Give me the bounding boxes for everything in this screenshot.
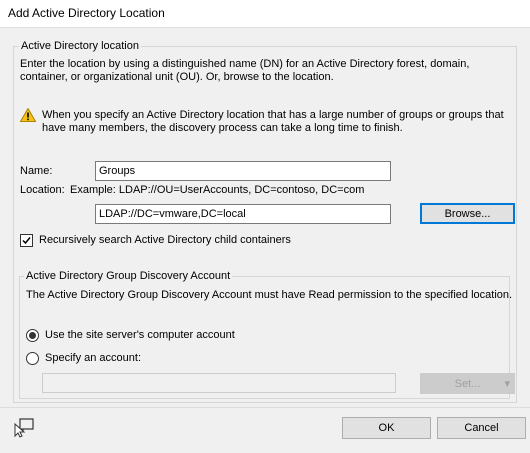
radio-selected-dot (29, 332, 36, 339)
radio-site-server-label[interactable]: Use the site server's computer account (45, 329, 235, 342)
recursive-checkbox[interactable] (20, 234, 33, 247)
ok-button[interactable]: OK (342, 417, 431, 439)
dropdown-arrow-icon: ▾ (504, 378, 510, 390)
radio-site-server[interactable] (26, 329, 39, 342)
intro-text: Enter the location by using a distinguis… (20, 58, 470, 83)
radio-specify-account[interactable] (26, 352, 39, 365)
title-bar: Add Active Directory Location (0, 0, 530, 28)
cancel-button[interactable]: Cancel (437, 417, 526, 439)
warning-text: When you specify an Active Directory loc… (42, 109, 504, 134)
set-button-label: Set... (454, 378, 481, 390)
location-label: Location: (20, 184, 65, 196)
name-label: Name: (20, 165, 53, 177)
help-pointer-icon[interactable] (13, 418, 35, 438)
browse-button[interactable]: Browse... (420, 203, 515, 224)
set-button[interactable]: Set... ▾ (420, 373, 515, 394)
footer-separator (0, 407, 530, 408)
location-input[interactable] (95, 204, 391, 224)
warning-icon (19, 107, 37, 122)
name-input[interactable] (95, 161, 391, 181)
location-example: Example: LDAP://OU=UserAccounts, DC=cont… (70, 184, 365, 196)
window-title: Add Active Directory Location (8, 6, 165, 20)
account-description: The Active Directory Group Discovery Acc… (26, 289, 513, 301)
radio-specify-account-label[interactable]: Specify an account: (45, 352, 141, 365)
account-group-legend: Active Directory Group Discovery Account (24, 270, 233, 283)
recursive-label[interactable]: Recursively search Active Directory chil… (39, 234, 291, 247)
location-group-legend: Active Directory location (19, 40, 141, 53)
account-input[interactable] (42, 373, 396, 393)
checkmark-icon (22, 237, 31, 245)
